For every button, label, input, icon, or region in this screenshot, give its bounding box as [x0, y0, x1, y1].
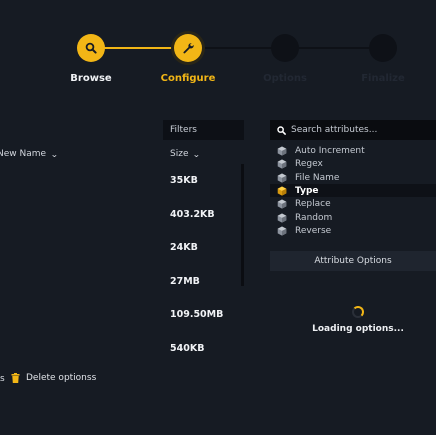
chevron-down-icon: ⌄	[192, 149, 201, 159]
attribute-label: Type	[295, 185, 319, 196]
attribute-label: Reverse	[295, 225, 332, 236]
delete-options-label: Delete optionss	[26, 373, 97, 383]
search-icon	[277, 125, 286, 135]
filters-header[interactable]: Filters	[163, 120, 244, 140]
step-label-browse: Browse	[70, 73, 112, 84]
cube-icon	[277, 213, 287, 223]
attribute-item-random[interactable]: Random	[270, 211, 436, 224]
file-size: 403.2KB	[170, 209, 215, 220]
name-column-header[interactable]: New Name ⌄	[0, 149, 58, 159]
cube-icon	[277, 173, 287, 183]
attribute-item-regex[interactable]: Regex	[270, 157, 436, 170]
wrench-icon	[183, 43, 194, 54]
step-connector-3	[299, 47, 371, 49]
name-column-label: New Name	[0, 149, 47, 159]
step-configure[interactable]	[174, 34, 202, 62]
step-label-configure: Configure	[160, 73, 216, 84]
search-icon	[85, 42, 97, 54]
size-column-label: Size	[170, 149, 189, 159]
search-placeholder: Search attributes...	[291, 125, 378, 135]
attribute-options-header: Attribute Options	[270, 251, 436, 271]
step-connector-2	[202, 47, 274, 49]
attribute-item-reverse[interactable]: Reverse	[270, 224, 436, 237]
cube-icon	[277, 146, 287, 156]
attribute-label: Replace	[295, 198, 331, 209]
attribute-item-auto-increment[interactable]: Auto Increment	[270, 144, 436, 157]
left-fragment-text: s	[0, 374, 5, 384]
files-scrollbar[interactable]	[241, 164, 244, 286]
trash-icon	[11, 373, 20, 383]
file-size: 540KB	[170, 343, 205, 354]
cube-icon	[277, 186, 287, 196]
attribute-item-replace[interactable]: Replace	[270, 197, 436, 210]
file-size: 35KB	[170, 175, 198, 186]
cube-icon	[277, 199, 287, 209]
step-label-finalize: Finalize	[361, 73, 405, 84]
attribute-label: Regex	[295, 158, 323, 169]
step-connector-1	[104, 47, 176, 49]
loading-spinner-icon	[352, 306, 364, 318]
file-size: 27MB	[170, 276, 200, 287]
attribute-label: Auto Increment	[295, 145, 365, 156]
loading-text: Loading options...	[312, 324, 404, 334]
attribute-search-input[interactable]: Search attributes...	[270, 120, 436, 140]
file-size: 109.50MB	[170, 309, 224, 320]
step-label-options: Options	[263, 73, 307, 84]
step-finalize[interactable]	[369, 34, 397, 62]
attribute-item-file-name[interactable]: File Name	[270, 171, 436, 184]
file-size: 24KB	[170, 242, 198, 253]
attribute-label: Random	[295, 212, 333, 223]
delete-options-button[interactable]: Delete optionss	[11, 373, 96, 383]
size-column-header[interactable]: Size ⌄	[170, 149, 201, 159]
attribute-label: File Name	[295, 172, 340, 183]
cube-icon	[277, 226, 287, 236]
step-browse[interactable]	[77, 34, 105, 62]
cube-icon	[277, 159, 287, 169]
step-options[interactable]	[271, 34, 299, 62]
chevron-down-icon: ⌄	[50, 149, 59, 159]
attribute-item-type[interactable]: Type	[270, 184, 436, 197]
